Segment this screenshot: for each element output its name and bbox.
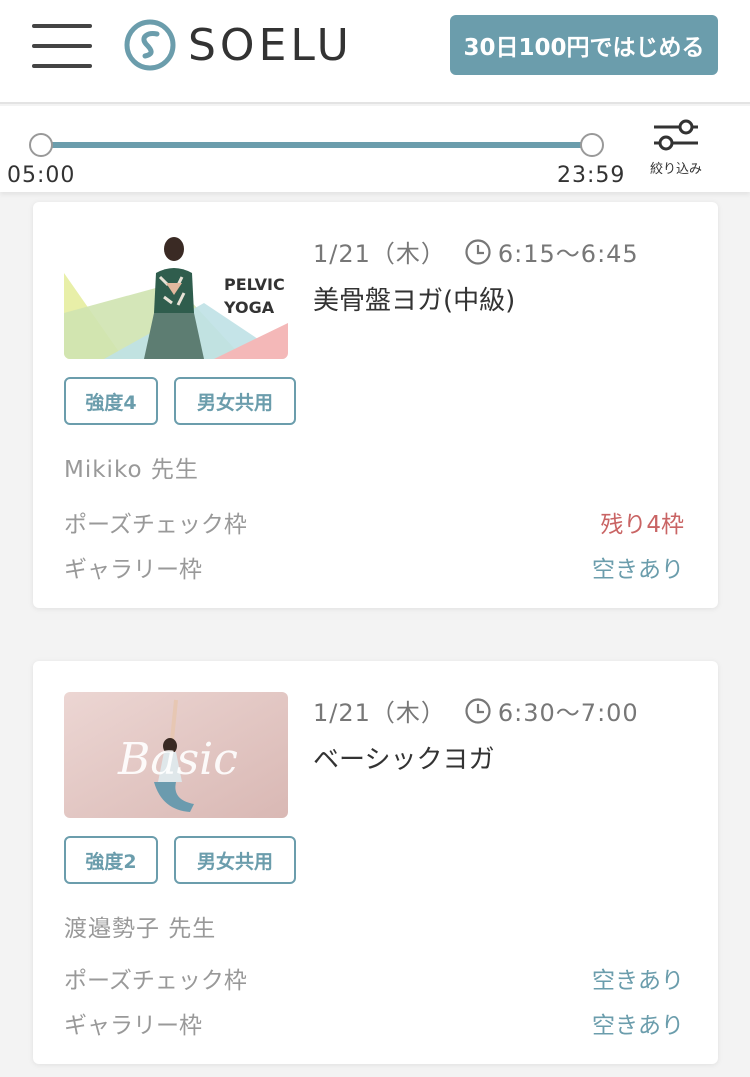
thumb-text-line-2: YOGA <box>224 298 275 317</box>
gallery-label: ギャラリー枠 <box>64 1013 202 1039</box>
time-filter-bar: 05:00 23:59 絞り込み <box>0 106 750 192</box>
instructor-name[interactable]: 渡邉勢子 先生 <box>64 909 216 943</box>
class-time: 6:15〜6:45 <box>497 240 639 268</box>
logo-text: SOELU <box>188 19 353 71</box>
logo[interactable]: SOELU <box>124 17 353 73</box>
pose-check-label: ポーズチェック枠 <box>64 968 247 994</box>
soelu-logo-icon <box>124 19 176 71</box>
class-schedule: 1/21（木） 6:15〜6:45 <box>313 234 639 269</box>
time-range-min-label: 05:00 <box>7 163 76 188</box>
class-title[interactable]: 美骨盤ヨガ(中級) <box>313 280 515 317</box>
intensity-tag: 強度2 <box>64 836 158 884</box>
class-thumbnail: Basic <box>64 692 288 818</box>
class-schedule: 1/21（木） 6:30〜7:00 <box>313 693 639 728</box>
gallery-status[interactable]: 空きあり <box>592 550 684 584</box>
intensity-tag: 強度4 <box>64 377 158 425</box>
pose-check-label: ポーズチェック枠 <box>64 512 247 538</box>
filter-sliders-icon <box>654 119 698 151</box>
gallery-status[interactable]: 空きあり <box>592 1006 684 1040</box>
clock-icon <box>465 697 491 724</box>
filter-button[interactable]: 絞り込み <box>640 114 712 184</box>
instructor-name[interactable]: Mikiko 先生 <box>64 450 199 484</box>
class-date: 1/21（木） <box>313 240 446 268</box>
thumb-text: Basic <box>118 734 238 785</box>
class-card[interactable]: PELVIC YOGA 1/21（木） 6:15〜6:45 美骨盤ヨガ(中級) … <box>33 202 718 608</box>
clock-icon <box>465 238 491 265</box>
gender-tag: 男女共用 <box>174 836 296 884</box>
time-range-max-label: 23:59 <box>557 163 626 188</box>
start-trial-button[interactable]: 30日100円ではじめる <box>450 15 718 75</box>
class-title[interactable]: ベーシックヨガ <box>313 739 494 776</box>
time-range-track[interactable] <box>41 142 592 148</box>
class-time: 6:30〜7:00 <box>497 699 639 727</box>
thumb-text-line-1: PELVIC <box>224 275 285 294</box>
time-range-start-handle[interactable] <box>29 133 53 157</box>
gallery-label: ギャラリー枠 <box>64 557 202 583</box>
hamburger-menu-icon[interactable] <box>32 24 92 68</box>
filter-label: 絞り込み <box>649 162 702 177</box>
pose-check-status[interactable]: 空きあり <box>592 961 684 995</box>
pose-check-status[interactable]: 残り4枠 <box>600 505 684 539</box>
class-card[interactable]: Basic 1/21（木） 6:30〜7:00 ベーシックヨガ 強度2 男女共用… <box>33 661 718 1064</box>
class-thumbnail: PELVIC YOGA <box>64 233 288 359</box>
class-date: 1/21（木） <box>313 699 446 727</box>
gender-tag: 男女共用 <box>174 377 296 425</box>
app-header: SOELU 30日100円ではじめる <box>0 0 750 104</box>
time-range-end-handle[interactable] <box>580 133 604 157</box>
